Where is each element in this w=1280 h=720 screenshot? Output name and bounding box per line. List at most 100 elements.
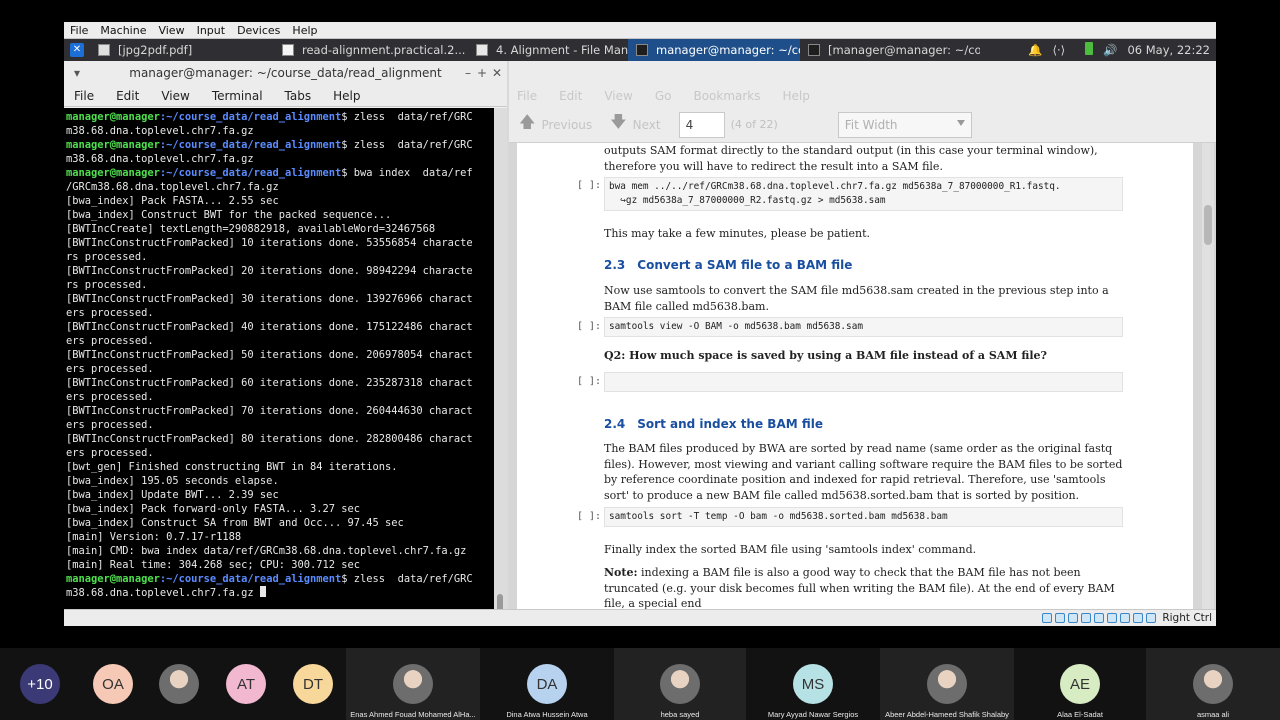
note-label: Note: <box>604 566 638 579</box>
display-status-icon[interactable] <box>1120 613 1131 623</box>
terminal-output[interactable]: manager@manager:~/course_data/read_align… <box>64 108 494 626</box>
terminal-text: [BWTIncConstructFromPacked] 70 iteration… <box>66 405 473 417</box>
terminal-menu-file[interactable]: File <box>74 89 94 103</box>
previous-page-button[interactable]: 🡅 Previous <box>519 111 592 138</box>
doc-menu-go[interactable]: Go <box>655 89 672 103</box>
prompt-path: :~/course_data/read_alignment <box>159 167 342 179</box>
code-cell-samtools-view[interactable]: samtools view -O BAM -o md5638.bam md563… <box>604 317 1123 337</box>
terminal-titlebar[interactable]: ▾ manager@manager: ~/course_data/read_al… <box>64 61 507 85</box>
terminal-text: [bwt_gen] Finished constructing BWT in 8… <box>66 461 398 473</box>
participant-name: heba sayed <box>660 710 700 719</box>
terminal-scrollbar[interactable] <box>494 108 507 626</box>
terminal-text: ers processed. <box>66 363 154 375</box>
participant-photo <box>660 664 700 704</box>
notification-bell-icon[interactable]: 🔔 <box>1028 43 1042 57</box>
terminal-text: ers processed. <box>66 391 154 403</box>
vbox-menu-file[interactable]: File <box>70 24 88 37</box>
terminal-text: $ zless data/ref/GRC <box>341 139 473 151</box>
terminal-text: [main] Real time: 304.268 sec; CPU: 300.… <box>66 559 361 571</box>
terminal-menu-help[interactable]: Help <box>333 89 360 103</box>
shared-folders-status-icon[interactable] <box>1107 613 1118 623</box>
participant-tile[interactable]: AT <box>212 648 280 720</box>
vbox-menu-devices[interactable]: Devices <box>237 24 280 37</box>
hdd-status-icon[interactable] <box>1042 613 1053 623</box>
minimize-icon[interactable]: – <box>465 66 471 80</box>
document-area[interactable]: outputs SAM format directly to the stand… <box>509 143 1216 626</box>
terminal-menu-terminal[interactable]: Terminal <box>212 89 263 103</box>
terminal-line: [BWTIncConstructFromPacked] 50 iteration… <box>66 348 494 362</box>
taskbar-item-label: read-alignment.practical.2... <box>302 43 466 57</box>
applications-menu-icon[interactable]: ✕ <box>70 43 84 57</box>
participant-tile[interactable]: AE Alaa El-Sadat <box>1014 648 1146 720</box>
taskbar-item[interactable]: 4. Alignment - File Manager <box>468 39 628 61</box>
window-menu-icon[interactable]: ▾ <box>74 66 80 80</box>
participant-tile[interactable] <box>146 648 212 720</box>
close-icon[interactable]: ✕ <box>492 66 502 80</box>
participant-tile[interactable]: DA Dina Atwa Hussein Atwa <box>480 648 614 720</box>
zoom-select[interactable]: Fit Width <box>837 111 972 138</box>
participant-tile[interactable]: DT <box>280 648 346 720</box>
maximize-icon[interactable]: + <box>477 66 487 80</box>
participants-strip: +10 OA AT DT Enas Ahmed Fouad Mohamed AlHa..… <box>0 648 1280 720</box>
participant-tile[interactable]: MS Mary Ayyad Nawar Sergios <box>746 648 880 720</box>
clock[interactable]: 06 May, 22:22 <box>1127 43 1210 57</box>
audio-status-icon[interactable] <box>1068 613 1079 623</box>
code-cell-samtools-sort[interactable]: samtools sort -T temp -O bam -o md5638.s… <box>604 507 1123 527</box>
cell-label: [ ]: <box>577 180 602 191</box>
recording-status-icon[interactable] <box>1133 613 1144 623</box>
terminal-icon <box>808 44 820 56</box>
doc-menu-help[interactable]: Help <box>783 89 810 103</box>
prompt-user: manager@manager <box>66 139 160 151</box>
network-status-icon[interactable] <box>1081 613 1092 623</box>
participant-tile[interactable]: OA <box>80 648 146 720</box>
page-number-input[interactable]: 4 <box>678 111 725 138</box>
network-icon[interactable]: ⟨·⟩ <box>1053 43 1066 57</box>
optical-status-icon[interactable] <box>1055 613 1066 623</box>
doc-menubar: File Edit View Go Bookmarks Help <box>509 85 1216 107</box>
terminal-line: [bwa_index] Update BWT... 2.39 sec <box>66 488 494 502</box>
participant-tile[interactable]: +10 <box>0 648 80 720</box>
vbox-menu-machine[interactable]: Machine <box>100 24 146 37</box>
vbox-menu-help[interactable]: Help <box>292 24 317 37</box>
participant-avatar: AT <box>226 664 266 704</box>
participant-tile[interactable]: Enas Ahmed Fouad Mohamed AlHa... <box>346 648 480 720</box>
terminal-line: ers processed. <box>66 390 494 404</box>
note-paragraph: Note: indexing a BAM file is also a good… <box>604 565 1124 612</box>
taskbar-item[interactable]: [jpg2pdf.pdf] <box>90 39 274 61</box>
document-scrollbar[interactable] <box>1202 143 1214 626</box>
terminal-menu-tabs[interactable]: Tabs <box>285 89 312 103</box>
taskbar-item[interactable]: read-alignment.practical.2... <box>274 39 468 61</box>
terminal-text: [BWTIncConstructFromPacked] 20 iteration… <box>66 265 473 277</box>
participant-tile[interactable]: asmaa ali <box>1146 648 1280 720</box>
terminal-text: rs processed. <box>66 251 148 263</box>
prompt-user: manager@manager <box>66 167 160 179</box>
doc-menu-edit[interactable]: Edit <box>559 89 582 103</box>
terminal-menu-edit[interactable]: Edit <box>116 89 139 103</box>
top-black-bar <box>0 0 1280 22</box>
volume-icon[interactable]: 🔊 <box>1103 43 1117 57</box>
terminal-text: [bwa_index] Update BWT... 2.39 sec <box>66 489 279 501</box>
participant-avatar: DT <box>293 664 333 704</box>
scrollbar-thumb[interactable] <box>1204 205 1212 245</box>
terminal-menu-view[interactable]: View <box>161 89 189 103</box>
doc-menu-file[interactable]: File <box>517 89 537 103</box>
vbox-menu-input[interactable]: Input <box>197 24 225 37</box>
xfce-panel: ✕ [jpg2pdf.pdf] read-alignment.practical.… <box>64 39 1216 61</box>
terminal-line: /GRCm38.68.dna.toplevel.chr7.fa.gz <box>66 180 494 194</box>
terminal-text: [bwa_index] Pack FASTA... 2.55 sec <box>66 195 279 207</box>
doc-titlebar[interactable] <box>509 61 1216 85</box>
taskbar-item[interactable]: manager@manager: ~/cou... <box>628 39 800 61</box>
next-page-button[interactable]: 🡇 Next <box>610 111 660 138</box>
mouse-integration-status-icon[interactable] <box>1146 613 1157 623</box>
participant-photo <box>927 664 967 704</box>
battery-icon[interactable] <box>1075 42 1094 58</box>
doc-menu-view[interactable]: View <box>604 89 632 103</box>
doc-menu-bookmarks[interactable]: Bookmarks <box>693 89 760 103</box>
usb-status-icon[interactable] <box>1094 613 1105 623</box>
code-cell-bwa-mem[interactable]: bwa mem ../../ref/GRCm38.68.dna.toplevel… <box>604 177 1123 211</box>
answer-cell-empty[interactable] <box>604 372 1123 392</box>
vbox-menu-view[interactable]: View <box>158 24 184 37</box>
participant-tile[interactable]: heba sayed <box>614 648 746 720</box>
taskbar-item[interactable]: [manager@manager: ~/co... <box>800 39 980 61</box>
participant-tile[interactable]: Abeer Abdel-Hameed Shafik Shalaby <box>880 648 1014 720</box>
